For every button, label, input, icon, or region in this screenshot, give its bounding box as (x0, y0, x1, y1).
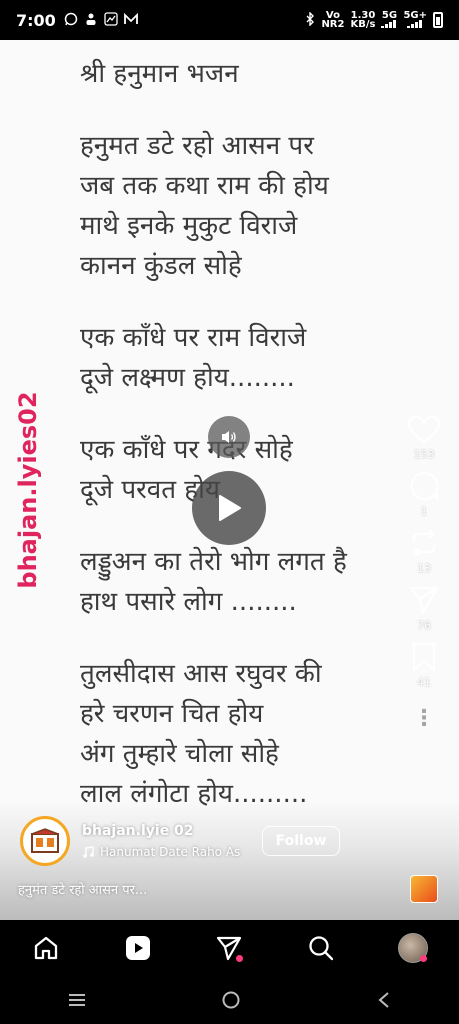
signal-5g: 5G (381, 10, 397, 30)
system-nav (0, 976, 459, 1024)
author-name[interactable]: bhajan.lyie 02 (82, 823, 194, 839)
watermark: bhajan.lyies02 (8, 360, 48, 620)
nr-label: NR2 (321, 19, 345, 30)
status-notification-icons (64, 11, 138, 29)
lyrics-line: एक काँधे पर गदर सोहे (80, 435, 293, 465)
reel-info: bhajan.lyie 02 Hanumat Date Raho As Foll… (0, 800, 459, 920)
music-note-icon (83, 846, 94, 858)
volume-icon (222, 431, 236, 443)
back-icon[interactable] (376, 990, 392, 1010)
play-icon (219, 495, 241, 521)
audio-title: Hanumat Date Raho As (100, 845, 241, 859)
lyrics-gap (80, 94, 420, 126)
send-icon[interactable] (408, 584, 440, 616)
nav-reels[interactable] (118, 928, 158, 968)
comment-action[interactable]: 1 (408, 470, 440, 519)
repost-icon[interactable] (408, 527, 440, 559)
like-action[interactable]: 153 (407, 415, 441, 462)
lyrics-text: श्री हनुमान भजन हनुमत डटे रहो आसन पर जब तक… (80, 54, 420, 814)
lyrics-line: अंग तुम्हारे चोला सोहे (80, 739, 279, 769)
nav-search[interactable] (301, 928, 341, 968)
share-action[interactable]: 76 (408, 584, 440, 633)
lyrics-line: कानन कुंडल सोहे (80, 251, 242, 281)
lyrics-line: दूजे लक्ष्मण होय........ (80, 363, 295, 393)
status-time: 7:00 (16, 10, 56, 30)
play-button[interactable] (192, 471, 266, 545)
repost-count: 13 (417, 562, 431, 575)
battery-icon (433, 12, 443, 28)
lyrics-gap (80, 622, 420, 654)
lyrics-line: तुलसीदास आस रघुवर की (80, 659, 322, 689)
follow-button[interactable]: Follow (262, 826, 340, 856)
audio-thumbnail[interactable] (410, 875, 438, 903)
nav-profile[interactable] (393, 928, 433, 968)
search-icon (309, 936, 334, 961)
author-avatar[interactable] (20, 816, 70, 866)
heart-icon[interactable] (407, 415, 441, 445)
volte-indicator: Vo NR2 (321, 11, 345, 30)
status-bar: 7:00 Vo NR2 1.30 KB/s 5G 5G+ (0, 0, 459, 40)
reel-caption[interactable]: हनुमंत डटे रहो आसन पर... (18, 880, 147, 898)
home-button-icon[interactable] (221, 990, 241, 1010)
whatsapp-icon (64, 12, 78, 29)
nav-home[interactable] (26, 928, 66, 968)
audio-info[interactable]: Hanumat Date Raho As (82, 845, 240, 859)
lyrics-line: हरे चरणन चित होय (80, 699, 264, 729)
reels-icon (125, 936, 150, 960)
notification-dot (420, 955, 428, 962)
lyrics-line: एक काँधे पर राम विराजे (80, 323, 307, 353)
speed-unit: KB/s (350, 19, 376, 30)
like-count: 153 (413, 448, 435, 461)
network-speed: 1.30 KB/s (350, 11, 376, 30)
comment-icon[interactable] (408, 470, 440, 502)
mute-button[interactable] (208, 416, 250, 458)
lyrics-line: लड्डुअन का तेरो भोग लगत है (80, 547, 347, 577)
lyrics-line: माथे इनके मुकुट विराजे (80, 211, 298, 241)
signal-bars-icon (407, 19, 423, 28)
more-options-icon[interactable]: ⋮ (413, 706, 435, 731)
bottom-nav (0, 920, 459, 976)
reel-actions: 153 1 13 76 41 ⋮ (402, 415, 446, 731)
save-action[interactable]: 41 (411, 641, 437, 690)
person-icon (84, 12, 98, 29)
status-system-icons: Vo NR2 1.30 KB/s 5G 5G+ (305, 10, 443, 30)
m-icon (123, 12, 138, 29)
lyrics-line: जब तक कथा राम की होय (80, 171, 329, 201)
lyrics-line: हाथ पसारे लोग ........ (80, 587, 297, 617)
recent-apps-icon[interactable] (67, 992, 87, 1008)
lyrics-gap (80, 398, 420, 430)
lyrics-gap (80, 286, 420, 318)
signal-bars-icon (381, 19, 397, 28)
repost-action[interactable]: 13 (408, 527, 440, 576)
watermark-text: bhajan.lyies02 (14, 391, 42, 589)
reel-video[interactable]: श्री हनुमान भजन हनुमत डटे रहो आसन पर जब तक… (0, 40, 459, 920)
save-count: 41 (417, 676, 431, 689)
lyrics-line: श्री हनुमान भजन (80, 59, 239, 89)
nav-messages[interactable] (209, 928, 249, 968)
bookmark-icon[interactable] (411, 641, 437, 673)
lyrics-line: हनुमत डटे रहो आसन पर (80, 131, 314, 161)
share-count: 76 (417, 619, 431, 632)
bluetooth-icon (305, 10, 315, 29)
author-avatar-image (31, 828, 59, 853)
signal-5g-plus: 5G+ (403, 10, 427, 30)
gallery-icon (104, 11, 118, 29)
comment-count: 1 (420, 505, 428, 518)
home-icon (34, 936, 58, 960)
